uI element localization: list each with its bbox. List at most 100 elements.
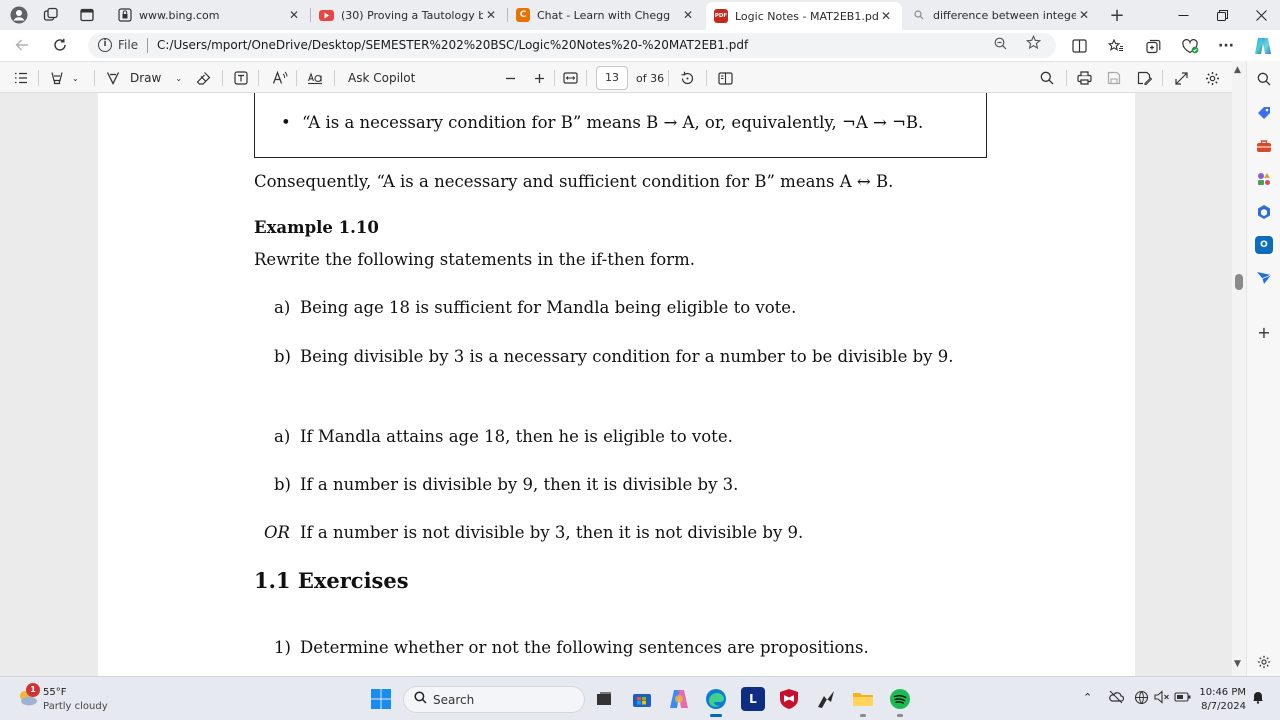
toolbar-divider [706, 70, 707, 86]
section-heading: 1.1 Exercises [254, 568, 409, 593]
volume-muted-icon[interactable] [1154, 690, 1170, 707]
tab-search-integers[interactable]: difference between integers and ✕ [904, 2, 1100, 28]
pdf-page: • “A is a necessary condition for B” mea… [98, 93, 1135, 676]
answer-text: If a number is not divisible by 3, then … [300, 523, 804, 542]
weather-icon[interactable]: 1 [16, 683, 40, 709]
close-window-icon[interactable] [1242, 2, 1280, 28]
ask-copilot-button[interactable]: Ask Copilot [348, 69, 415, 87]
tools-briefcase-icon[interactable] [1255, 137, 1273, 155]
fit-to-width-icon[interactable] [563, 69, 578, 87]
read-aloud-icon[interactable] [272, 69, 288, 87]
scroll-down-icon[interactable]: ▼ [1234, 659, 1241, 669]
microsoft-365-icon[interactable] [1255, 203, 1273, 221]
highlight-dropdown-chevron-icon[interactable]: ⌄ [72, 74, 79, 83]
translate-icon[interactable] [307, 69, 323, 87]
language-globe-icon[interactable] [1134, 690, 1149, 708]
exercise-label: 1) [274, 638, 291, 657]
taskbar-search-input[interactable]: Search [403, 686, 585, 713]
close-tab-icon[interactable]: ✕ [878, 9, 894, 23]
copilot-app-icon[interactable] [667, 687, 691, 711]
rotate-icon[interactable] [680, 69, 695, 87]
print-icon[interactable] [1077, 69, 1092, 87]
windows-taskbar: 1 55°F Partly cloudy Search L ⌃ 10:46 PM… [0, 676, 1280, 720]
page-view-icon[interactable] [718, 69, 733, 87]
tab-logic-notes-pdf[interactable]: PDF Logic Notes - MAT2EB1.pdf ✕ [706, 2, 902, 30]
edge-browser-icon[interactable] [704, 687, 728, 717]
new-tab-icon[interactable]: + [1106, 4, 1128, 26]
weather-description[interactable]: Partly cloudy [43, 701, 108, 712]
example-instruction: Rewrite the following statements in the … [254, 250, 695, 269]
highlight-icon[interactable]: ⌄ [50, 69, 79, 87]
save-as-icon[interactable] [1137, 69, 1152, 87]
youtube-icon [319, 9, 334, 21]
onedrive-icon[interactable] [1108, 690, 1125, 707]
app-running-indicator [860, 714, 866, 717]
minimize-icon[interactable] [1164, 2, 1202, 28]
hidden-icons-chevron-icon[interactable]: ⌃ [1083, 691, 1092, 704]
sidebar-settings-gear-icon[interactable] [1255, 653, 1273, 671]
games-icon[interactable] [1255, 170, 1273, 188]
notification-bell-icon[interactable] [1252, 690, 1264, 707]
tab-chegg[interactable]: C Chat - Learn with Chegg ✕ [508, 2, 704, 28]
tab-actions-icon[interactable] [76, 4, 98, 26]
address-bar-row: i File C:/Users/mport/OneDrive/Desktop/S… [0, 30, 1280, 60]
restore-icon[interactable] [1203, 2, 1241, 28]
file-explorer-icon[interactable] [851, 687, 875, 717]
table-of-contents-icon[interactable] [14, 69, 28, 87]
close-tab-icon[interactable]: ✕ [286, 8, 302, 22]
drop-send-icon[interactable] [1255, 269, 1273, 287]
profile-icon[interactable] [8, 4, 30, 26]
clock-date[interactable]: 8/7/2024 [1198, 701, 1246, 712]
outlook-icon[interactable]: O [1255, 236, 1273, 254]
weather-temperature[interactable]: 55°F [43, 687, 66, 698]
zoom-out-icon[interactable] [505, 69, 516, 87]
tab-youtube[interactable]: (30) Proving a Tautology by Usin ✕ [311, 2, 507, 28]
copilot-icon[interactable] [1252, 35, 1274, 57]
task-view-icon[interactable] [592, 687, 616, 711]
split-screen-icon[interactable] [1069, 36, 1089, 56]
save-icon[interactable] [1107, 69, 1121, 87]
browser-essentials-icon[interactable] [1180, 36, 1200, 56]
eraser-icon[interactable] [196, 69, 211, 87]
address-input[interactable]: i File C:/Users/mport/OneDrive/Desktop/S… [88, 33, 1056, 58]
close-tab-icon[interactable]: ✕ [1076, 8, 1092, 22]
zoom-in-icon[interactable] [534, 69, 545, 87]
fullscreen-icon[interactable] [1175, 69, 1188, 87]
pdf-settings-gear-icon[interactable] [1205, 69, 1220, 87]
back-icon[interactable] [10, 34, 34, 56]
lexicon-app-icon[interactable]: L [741, 687, 765, 711]
add-sidebar-app-icon[interactable]: + [1255, 323, 1273, 342]
close-tab-icon[interactable]: ✕ [680, 8, 696, 22]
favorite-star-icon[interactable] [1025, 34, 1042, 54]
draw-dropdown-chevron-icon[interactable]: ⌄ [175, 74, 182, 83]
windows-start-icon[interactable] [370, 688, 392, 710]
add-text-icon[interactable] [234, 69, 248, 87]
microsoft-store-icon[interactable] [630, 687, 654, 711]
scrollbar-thumb[interactable] [1235, 274, 1243, 290]
pdf-viewer[interactable]: • “A is a necessary condition for B” mea… [0, 93, 1232, 676]
find-icon[interactable] [1040, 69, 1054, 87]
workspaces-icon[interactable] [40, 4, 62, 26]
exercise-text: Determine whether or not the following s… [300, 638, 869, 657]
zoom-icon[interactable] [994, 37, 1007, 54]
vertical-scrollbar[interactable]: ▲ ▼ [1232, 61, 1246, 676]
favorites-icon[interactable] [1106, 36, 1126, 56]
toolbar-divider [94, 70, 95, 86]
scroll-up-icon[interactable]: ▲ [1234, 65, 1241, 75]
page-number-input[interactable]: 13 [596, 66, 628, 90]
shopping-tag-icon[interactable] [1255, 104, 1273, 122]
spotify-icon[interactable] [888, 687, 912, 717]
site-info-icon[interactable]: i [98, 38, 112, 52]
sidebar-search-icon[interactable] [1255, 70, 1273, 88]
close-tab-icon[interactable]: ✕ [483, 8, 499, 22]
url-text[interactable]: C:/Users/mport/OneDrive/Desktop/SEMESTER… [157, 38, 748, 52]
more-menu-icon[interactable]: ··· [1216, 36, 1236, 56]
mcafee-shield-icon[interactable] [777, 687, 801, 711]
tab-bing[interactable]: www.bing.com ✕ [110, 2, 310, 28]
inkscape-icon[interactable] [814, 687, 838, 711]
clock-time[interactable]: 10:46 PM [1198, 687, 1246, 698]
draw-button[interactable]: Draw ⌄ [106, 69, 182, 87]
collections-icon[interactable] [1143, 36, 1163, 56]
refresh-icon[interactable] [48, 34, 72, 56]
battery-icon[interactable] [1174, 690, 1192, 707]
